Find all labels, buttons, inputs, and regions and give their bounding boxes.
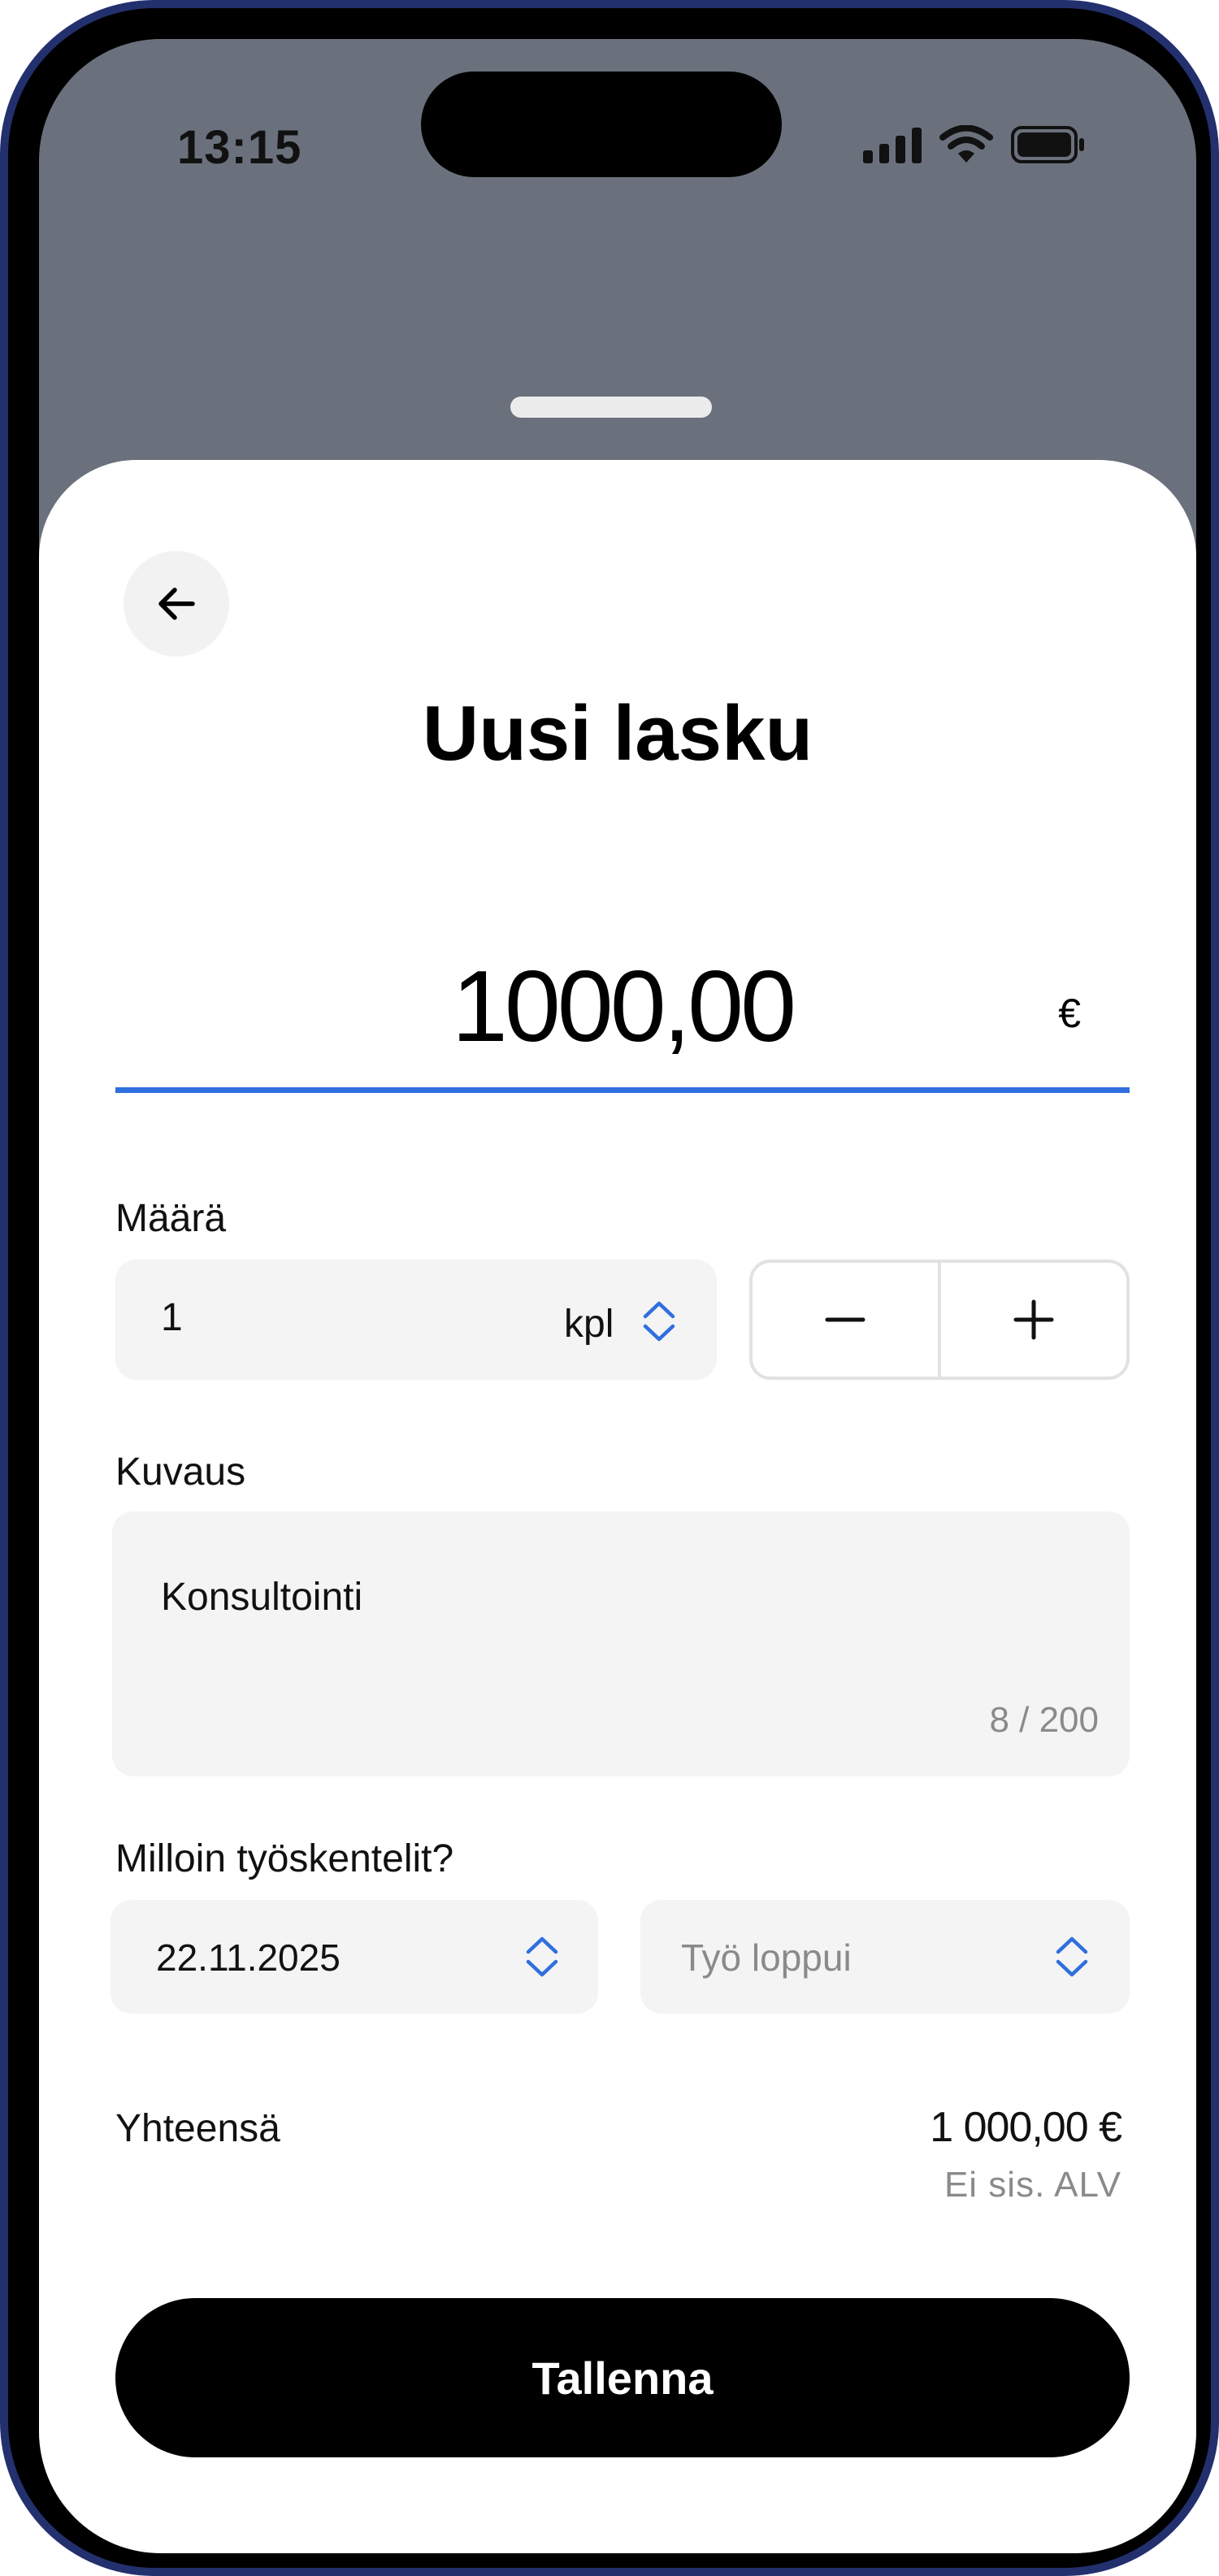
work-dates-label: Milloin työskentelit? [115, 1837, 454, 1880]
battery-icon [1011, 126, 1084, 163]
screen: 13:15 Uusi lasku 1000,00 € Määrä 1 kpl K… [39, 39, 1196, 2553]
amount-value[interactable]: 1000,00 [115, 949, 1130, 1065]
minus-icon [825, 1317, 865, 1322]
currency-symbol: € [1058, 991, 1081, 1036]
chevron-up-down-icon[interactable] [523, 1934, 561, 1980]
quantity-label: Määrä [115, 1197, 227, 1240]
phone-bezel: 13:15 Uusi lasku 1000,00 € Määrä 1 kpl K… [8, 8, 1211, 2568]
chevron-up-down-icon[interactable] [640, 1299, 678, 1344]
description-field[interactable]: Konsultointi 8 / 200 [112, 1511, 1130, 1776]
wifi-icon [939, 125, 993, 163]
start-date-field[interactable]: 22.11.2025 [111, 1900, 598, 2014]
total-value: 1 000,00 € [930, 2104, 1122, 2151]
vat-note: Ei sis. ALV [944, 2165, 1121, 2205]
cellular-signal-icon [863, 128, 922, 163]
character-counter: 8 / 200 [989, 1700, 1099, 1740]
quantity-stepper[interactable] [749, 1260, 1130, 1380]
plus-icon [1013, 1299, 1054, 1340]
status-time: 13:15 [177, 121, 302, 174]
back-button[interactable] [124, 551, 229, 657]
start-date-value[interactable]: 22.11.2025 [156, 1936, 341, 1980]
status-icons [863, 120, 1086, 169]
increment-button[interactable] [941, 1263, 1126, 1377]
save-button[interactable]: Tallenna [115, 2298, 1130, 2457]
amount-input[interactable]: 1000,00 € [115, 949, 1130, 1063]
end-date-field[interactable]: Työ loppui [640, 1900, 1130, 2014]
decrement-button[interactable] [753, 1263, 938, 1377]
phone-frame: 13:15 Uusi lasku 1000,00 € Määrä 1 kpl K… [0, 0, 1219, 2576]
dynamic-island [421, 72, 782, 177]
description-value[interactable]: Konsultointi [161, 1575, 362, 1620]
chevron-up-down-icon[interactable] [1053, 1934, 1091, 1980]
page-title: Uusi lasku [422, 690, 813, 777]
sheet-grab-handle[interactable] [510, 397, 712, 418]
end-date-placeholder[interactable]: Työ loppui [681, 1936, 852, 1980]
quantity-unit: kpl [564, 1303, 614, 1346]
description-label: Kuvaus [115, 1451, 246, 1494]
quantity-value[interactable]: 1 [161, 1295, 183, 1340]
arrow-left-icon [158, 588, 195, 620]
total-label: Yhteensä [115, 2107, 280, 2150]
quantity-field[interactable]: 1 kpl [115, 1260, 717, 1380]
amount-underline [115, 1087, 1130, 1093]
